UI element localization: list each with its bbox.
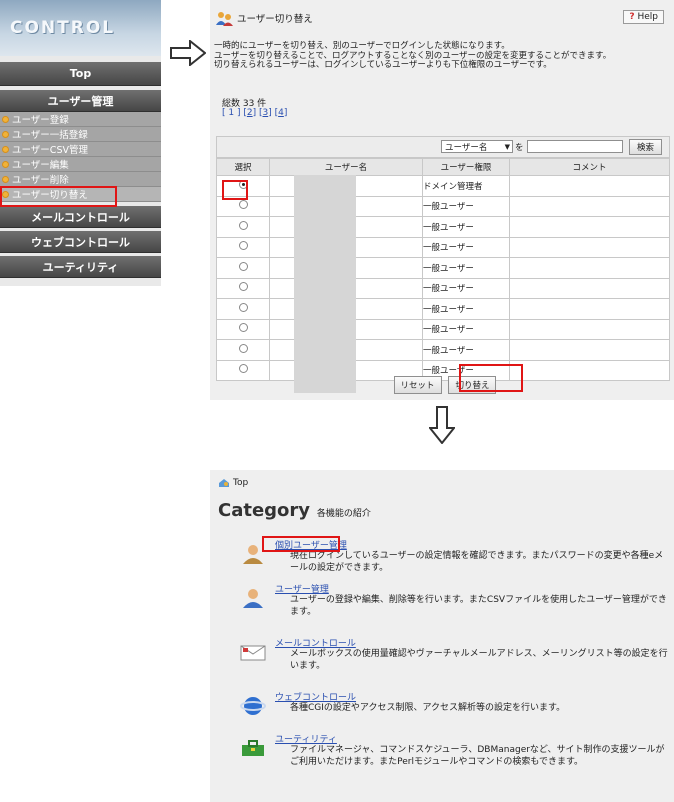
- nav-user-management[interactable]: ユーザー管理: [0, 90, 161, 112]
- table-row: 一般ユーザー: [216, 298, 670, 320]
- comment-cell: [509, 236, 670, 258]
- role-cell: ドメイン管理者: [422, 175, 510, 197]
- nav-utility[interactable]: ユーティリティ: [0, 256, 161, 278]
- sidebar: CONTROL Top ユーザー管理 ユーザー登録 ユーザー一括登録 ユーザーC…: [0, 0, 161, 286]
- role-cell: 一般ユーザー: [422, 277, 510, 299]
- table-row: 一般ユーザー: [216, 236, 670, 258]
- sidebar-item-user-edit[interactable]: ユーザー編集: [0, 157, 161, 172]
- chevron-down-icon: ▼: [504, 142, 510, 151]
- pager-link-2[interactable]: 2: [247, 108, 253, 118]
- search-select[interactable]: ユーザー名 ▼: [441, 140, 513, 153]
- table-row: 一般ユーザー: [216, 257, 670, 279]
- comment-cell: [509, 216, 670, 238]
- role-cell: 一般ユーザー: [422, 318, 510, 340]
- user-table: 選択 ユーザー名 ユーザー権限 コメント ドメイン管理者 一般ユーザー 一般ユーザー…: [216, 158, 670, 381]
- users-icon: [216, 12, 233, 26]
- nav-web-control[interactable]: ウェブコントロール: [0, 231, 161, 253]
- select-cell: [216, 318, 270, 340]
- table-row: ドメイン管理者: [216, 175, 670, 197]
- select-cell: [216, 216, 270, 238]
- description: 一時的にユーザーを切り替え、別のユーザーでログインした状態になります。 ユーザー…: [214, 41, 612, 70]
- top-category-panel: Top Category 各機能の紹介 個別ユーザー管理 現在ログインしているユ…: [210, 470, 674, 802]
- help-button[interactable]: ? Help: [623, 10, 664, 24]
- users-admin-icon: [243, 589, 263, 608]
- role-cell: 一般ユーザー: [422, 236, 510, 258]
- comment-cell: [509, 175, 670, 197]
- select-radio[interactable]: [238, 282, 248, 292]
- table-row: 一般ユーザー: [216, 277, 670, 299]
- select-radio[interactable]: [238, 343, 248, 353]
- comment-cell: [509, 318, 670, 340]
- nav-mail-control[interactable]: メールコントロール: [0, 206, 161, 228]
- username-mask: [294, 175, 356, 393]
- arrow-right-icon: [170, 40, 206, 66]
- bullet-icon: [2, 175, 9, 183]
- table-row: 一般ユーザー: [216, 195, 670, 217]
- bullet-icon: [2, 115, 9, 123]
- select-radio[interactable]: [238, 220, 248, 230]
- column-header: 選択: [216, 158, 270, 176]
- highlight-switch-button: [459, 364, 523, 392]
- sidebar-item-user-delete[interactable]: ユーザー削除: [0, 172, 161, 187]
- select-radio[interactable]: [238, 200, 248, 210]
- select-radio[interactable]: [238, 323, 248, 333]
- highlight-selected-radio: [222, 180, 248, 200]
- breadcrumb: Top: [218, 478, 248, 488]
- highlight-personal-user: [262, 536, 340, 552]
- role-cell: 一般ユーザー: [422, 257, 510, 279]
- column-header: ユーザー名: [269, 158, 423, 176]
- comment-cell: [509, 257, 670, 279]
- select-cell: [216, 298, 270, 320]
- mail-icon: [240, 645, 266, 661]
- select-radio[interactable]: [238, 241, 248, 251]
- comment-cell: [509, 298, 670, 320]
- select-radio[interactable]: [238, 261, 248, 271]
- comment-cell: [509, 195, 670, 217]
- role-cell: 一般ユーザー: [422, 195, 510, 217]
- arrow-down-icon: [429, 406, 455, 444]
- category-heading: Category 各機能の紹介: [218, 500, 371, 521]
- reset-button[interactable]: リセット: [393, 376, 442, 394]
- role-cell: 一般ユーザー: [422, 298, 510, 320]
- toolbox-icon: [242, 740, 264, 756]
- search-input[interactable]: [527, 140, 623, 153]
- sidebar-item-user-bulk-register[interactable]: ユーザー一括登録: [0, 127, 161, 142]
- select-cell: [216, 257, 270, 279]
- select-cell: [216, 277, 270, 299]
- select-cell: [216, 339, 270, 361]
- page-header: ユーザー切り替え: [216, 10, 313, 26]
- nav-top[interactable]: Top: [0, 62, 161, 86]
- globe-icon: [240, 697, 266, 715]
- role-cell: 一般ユーザー: [422, 339, 510, 361]
- highlight-user-switch: [0, 186, 117, 207]
- home-icon: [219, 479, 229, 487]
- bullet-icon: [2, 160, 9, 168]
- table-row: 一般ユーザー: [216, 339, 670, 361]
- sidebar-item-user-csv[interactable]: ユーザーCSV管理: [0, 142, 161, 157]
- user-switch-panel: ユーザー切り替え ? Help 一時的にユーザーを切り替え、別のユーザーでログイ…: [210, 0, 674, 400]
- bullet-icon: [2, 130, 9, 138]
- action-buttons: リセット 切り替え: [210, 376, 674, 394]
- pager-link-4[interactable]: 4: [278, 108, 284, 118]
- sidebar-item-user-register[interactable]: ユーザー登録: [0, 112, 161, 127]
- comment-cell: [509, 339, 670, 361]
- table-row: 一般ユーザー: [216, 318, 670, 340]
- page-title: ユーザー切り替え: [237, 14, 313, 25]
- logo: CONTROL: [0, 0, 161, 56]
- select-radio[interactable]: [238, 364, 248, 374]
- search-bar: ユーザー名 ▼ を 検索: [216, 136, 670, 158]
- search-button[interactable]: 検索: [629, 139, 663, 155]
- select-cell: [216, 236, 270, 258]
- column-header: コメント: [509, 158, 670, 176]
- column-header: ユーザー権限: [422, 158, 510, 176]
- bullet-icon: [2, 145, 9, 153]
- select-radio[interactable]: [238, 302, 248, 312]
- role-cell: 一般ユーザー: [422, 216, 510, 238]
- comment-cell: [509, 277, 670, 299]
- table-row: 一般ユーザー: [216, 216, 670, 238]
- pager-link-3[interactable]: 3: [262, 108, 268, 118]
- pager: [ 1 ] [2] [3] [4]: [222, 108, 288, 118]
